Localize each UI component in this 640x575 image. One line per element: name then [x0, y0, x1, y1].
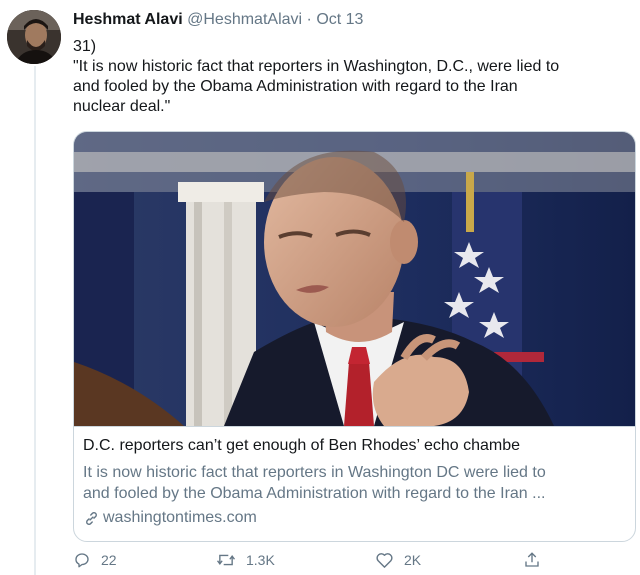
- link-card[interactable]: D.C. reporters can’t get enough of Ben R…: [73, 131, 636, 542]
- tweet-text-line: "It is now historic fact that reporters …: [73, 58, 560, 75]
- avatar[interactable]: [7, 10, 61, 64]
- card-image: [74, 132, 635, 426]
- retweet-count: 1.3K: [246, 552, 275, 568]
- heart-icon: [376, 553, 393, 568]
- like-count: 2K: [404, 552, 422, 568]
- thread-line: [34, 66, 36, 575]
- tweet-text-line: nuclear deal.": [73, 98, 171, 115]
- card-domain-text: washingtontimes.com: [103, 509, 257, 526]
- card-title[interactable]: D.C. reporters can’t get enough of Ben R…: [83, 437, 520, 455]
- share-button[interactable]: [523, 551, 541, 569]
- display-name[interactable]: Heshmat Alavi: [73, 11, 183, 28]
- tweet-actions: 22 1.3K 2K: [73, 551, 553, 573]
- separator: ·: [306, 11, 312, 28]
- tweet-text-line: 31): [73, 38, 97, 55]
- user-handle[interactable]: @HeshmatAlavi: [187, 11, 302, 28]
- tweet[interactable]: Heshmat Alavi @HeshmatAlavi · Oct 13 31)…: [0, 0, 640, 575]
- tweet-date[interactable]: Oct 13: [316, 11, 363, 28]
- link-icon: [86, 511, 97, 525]
- retweet-button[interactable]: 1.3K: [216, 551, 275, 569]
- tweet-text-line: and fooled by the Obama Administration w…: [73, 78, 518, 95]
- card-domain[interactable]: washingtontimes.com: [83, 509, 257, 527]
- reply-count: 22: [101, 552, 117, 568]
- card-description-line: It is now historic fact that reporters i…: [83, 464, 546, 481]
- card-description-line: and fooled by the Obama Administration w…: [83, 485, 546, 502]
- tweet-text: 31) "It is now historic fact that report…: [73, 37, 633, 117]
- share-icon: [525, 552, 539, 567]
- avatar-image: [7, 10, 61, 64]
- card-divider: [74, 426, 635, 427]
- retweet-icon: [216, 554, 236, 566]
- tweet-header: Heshmat Alavi @HeshmatAlavi · Oct 13: [73, 11, 363, 29]
- card-description: It is now historic fact that reporters i…: [83, 462, 546, 504]
- reply-button[interactable]: 22: [73, 551, 117, 569]
- like-button[interactable]: 2K: [375, 551, 421, 569]
- reply-icon: [75, 553, 89, 568]
